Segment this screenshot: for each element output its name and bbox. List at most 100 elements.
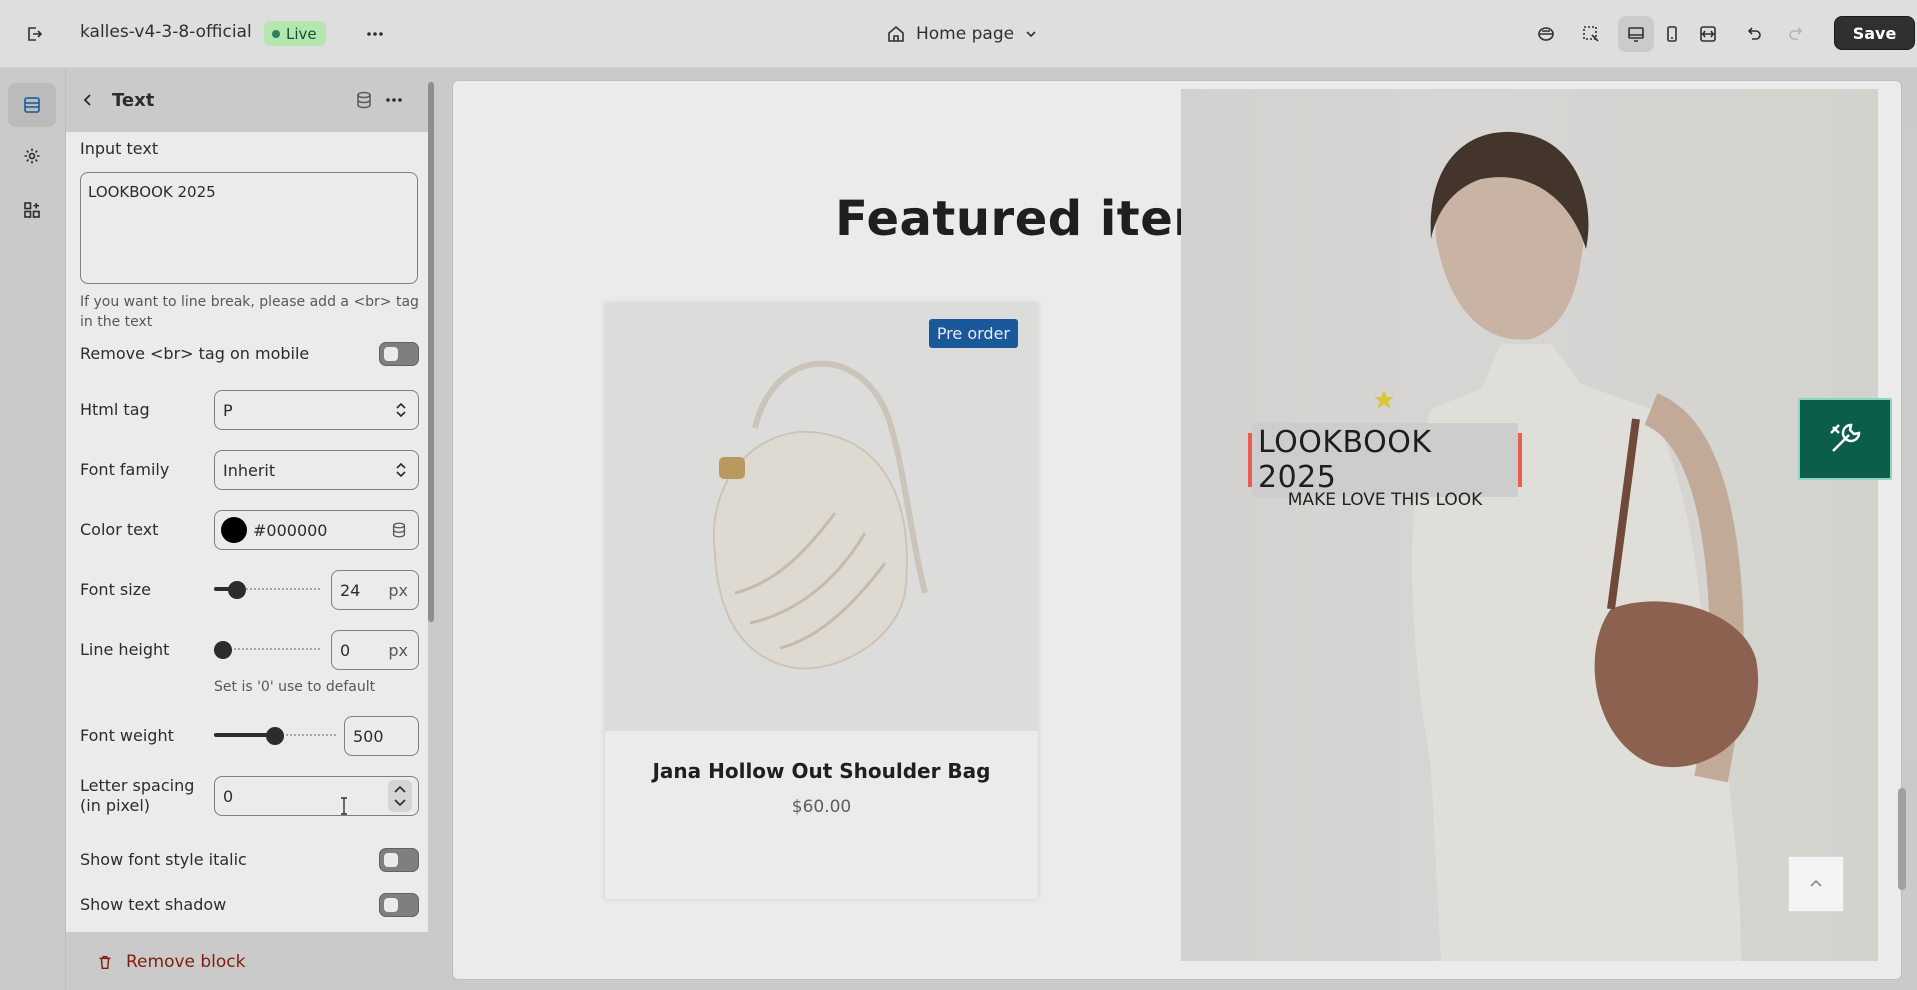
page-name: Home page [916,24,1015,44]
product-price: $60.00 [791,797,852,817]
tools-icon [1830,423,1861,452]
line-height-value: 0 [340,640,351,660]
slider-thumb[interactable] [228,581,246,599]
font-weight-label: Font weight [80,726,174,745]
font-size-label: Font size [80,580,151,599]
lookbook-banner[interactable] [1181,89,1878,961]
preorder-badge: Pre order [928,319,1018,348]
sections-icon [24,97,40,113]
more-horizontal-icon [367,32,383,36]
line-break-help: If you want to line break, please add a … [80,294,419,330]
settings-nav-button[interactable] [14,138,50,174]
product-card[interactable]: Pre order Jana Hollow Out Shoulder Bag $… [605,303,1038,899]
italic-toggle[interactable] [379,848,419,872]
letter-spacing-value: 0 [223,786,234,806]
redo-button[interactable] [1778,16,1814,52]
remove-br-label: Remove <br> tag on mobile [80,344,310,363]
lookbook-heading-selected[interactable]: LOOKBOOK 2025 [1248,423,1522,497]
exit-button[interactable] [16,16,52,52]
line-height-help: Set is '0' use to default [214,679,376,695]
gear-icon [24,148,40,164]
back-to-top-button[interactable] [1788,856,1844,912]
letter-spacing-input[interactable]: 0 [214,776,419,816]
database-icon[interactable] [390,521,408,539]
slider-thumb[interactable] [214,641,232,659]
desktop-icon [1628,27,1644,42]
color-text-value: #000000 [253,520,328,540]
lookbook-heading-text: LOOKBOOK 2025 [1252,423,1518,497]
html-tag-label: Html tag [80,400,150,419]
undo-button[interactable] [1736,16,1772,52]
html-tag-select[interactable]: P [214,390,419,430]
font-weight-value: 500 [353,726,384,746]
font-weight-slider[interactable] [214,727,336,745]
theme-check-icon [1538,27,1554,41]
color-text-field[interactable]: #000000 [214,510,419,550]
shadow-toggle[interactable] [379,893,419,917]
storefront-preview: Featured items Pre order Jana Hollow Out… [452,80,1902,980]
fullwidth-view-button[interactable] [1690,16,1726,52]
more-horizontal-icon [386,98,402,102]
shoulder-bag-image [712,360,928,670]
chevron-up-icon [1810,879,1822,887]
panel-title: Text [112,90,155,111]
slider-fill [214,733,274,737]
font-family-label: Font family [80,460,170,479]
letter-spacing-stepper[interactable] [388,780,412,812]
font-size-slider[interactable] [214,581,322,599]
color-text-label: Color text [80,520,159,539]
panel-scrollbar[interactable] [428,82,434,622]
page-selector[interactable]: Home page [886,20,1038,48]
preview-scrollbar[interactable] [1898,788,1906,890]
letter-spacing-label: Letter spacing (in pixel) [80,776,195,815]
line-height-unit: px [388,640,408,660]
line-height-label: Line height [80,640,170,659]
sections-nav-button[interactable] [8,83,56,127]
shadow-label: Show text shadow [80,895,227,914]
slider-thumb[interactable] [266,727,284,745]
font-family-select[interactable]: Inherit [214,450,419,490]
input-text-field[interactable]: LOOKBOOK 2025 [80,172,418,284]
line-height-slider[interactable] [214,641,322,659]
theme-check-button[interactable] [1528,16,1564,52]
inspector-icon [1583,26,1599,42]
html-tag-value: P [223,400,233,420]
store-name: kalles-v4-3-8-official [80,22,252,42]
back-button[interactable] [70,82,106,118]
color-swatch[interactable] [221,517,247,543]
fullwidth-icon [1700,26,1716,42]
block-settings-panel: Text Input text LOOKBOOK 2025 If you wan… [66,68,441,990]
database-icon [357,91,371,109]
select-arrows-icon [396,402,406,418]
apps-nav-button[interactable] [14,192,50,228]
line-height-input[interactable]: 0 px [331,630,419,670]
lookbook-subtitle[interactable]: MAKE LOVE THIS LOOK [1180,490,1590,510]
inspector-button[interactable] [1573,16,1609,52]
font-size-input[interactable]: 24 px [331,570,419,610]
product-image[interactable]: Pre order [605,303,1038,731]
stepper-arrows-icon [394,785,406,807]
save-button[interactable]: Save [1834,16,1915,50]
apps-icon [24,202,40,218]
product-name[interactable]: Jana Hollow Out Shoulder Bag [605,759,1038,783]
panel-more-button[interactable] [376,82,412,118]
more-actions-button[interactable] [357,16,393,52]
font-weight-input[interactable]: 500 [344,716,419,756]
remove-block-button[interactable]: Remove block [96,952,246,972]
live-badge: Live [264,21,326,46]
chevron-down-icon [1026,31,1036,38]
mobile-view-button[interactable] [1654,16,1690,52]
panel-header: Text [66,68,428,132]
font-size-unit: px [388,580,408,600]
panel-footer: Remove block [66,932,428,990]
theme-tools-button[interactable] [1798,398,1892,480]
remove-br-toggle[interactable] [379,342,419,366]
select-arrows-icon [396,462,406,478]
redo-icon [1789,27,1803,40]
left-nav [0,68,66,990]
exit-icon [28,27,43,41]
live-dot-icon [272,29,280,38]
chevron-left-icon [83,94,91,106]
desktop-view-button[interactable] [1618,16,1654,52]
star-icon [1374,390,1394,409]
